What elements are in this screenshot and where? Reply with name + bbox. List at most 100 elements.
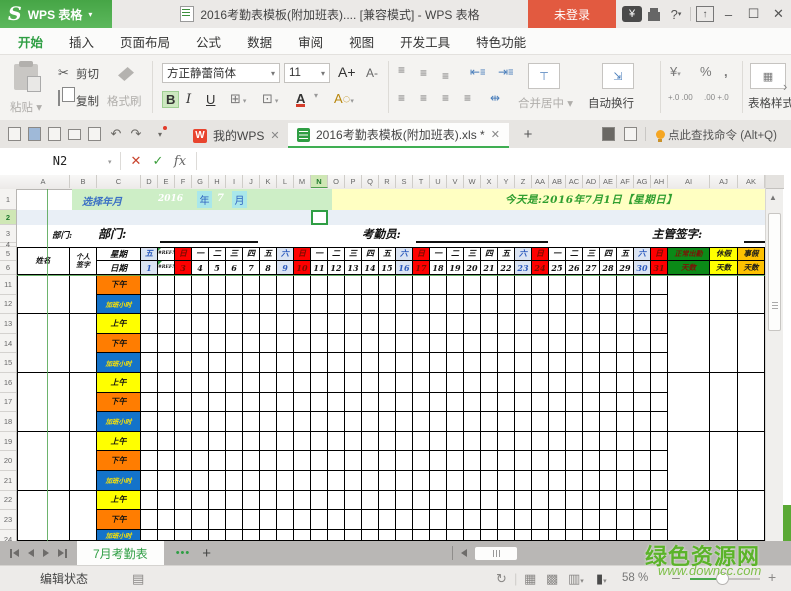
- body-cell[interactable]: [447, 529, 464, 541]
- column-header-N[interactable]: N: [311, 175, 328, 188]
- body-cell[interactable]: [430, 294, 447, 315]
- body-cell[interactable]: [328, 471, 345, 491]
- open-file-icon[interactable]: [6, 126, 22, 142]
- period-label-16[interactable]: 上午: [97, 373, 141, 393]
- body-cell[interactable]: [566, 392, 583, 413]
- weekday-cell-22[interactable]: 五: [498, 247, 515, 261]
- signature-block[interactable]: [70, 275, 97, 315]
- body-cell[interactable]: [158, 392, 175, 413]
- body-cell[interactable]: [362, 412, 379, 432]
- body-cell[interactable]: [532, 451, 549, 471]
- body-cell[interactable]: [532, 510, 549, 530]
- body-cell[interactable]: [226, 294, 243, 315]
- prev-sheet-icon[interactable]: [28, 549, 34, 557]
- tab-special-features[interactable]: 特色功能: [476, 32, 526, 51]
- body-cell[interactable]: [141, 431, 158, 452]
- body-cell[interactable]: [481, 451, 498, 471]
- font-name-select[interactable]: 方正静蕾简体 ▾: [162, 63, 280, 83]
- body-cell[interactable]: [481, 275, 498, 295]
- body-cell[interactable]: [345, 412, 362, 432]
- body-cell[interactable]: [566, 490, 583, 511]
- body-cell[interactable]: [345, 451, 362, 471]
- date-cell-29[interactable]: 29: [617, 261, 634, 275]
- body-cell[interactable]: [158, 471, 175, 491]
- body-cell[interactable]: [311, 490, 328, 511]
- body-cell[interactable]: [600, 333, 617, 354]
- body-cell[interactable]: [600, 412, 617, 432]
- body-cell[interactable]: [141, 353, 158, 373]
- date-cell-4[interactable]: 4: [192, 261, 209, 275]
- row-header-1[interactable]: 1: [0, 189, 16, 210]
- bold-button[interactable]: B: [162, 91, 180, 108]
- column-header-Q[interactable]: Q: [362, 175, 379, 188]
- body-cell[interactable]: [362, 431, 379, 452]
- body-cell[interactable]: [345, 373, 362, 393]
- body-cell[interactable]: [226, 412, 243, 432]
- zoom-slider[interactable]: [690, 572, 760, 585]
- body-cell[interactable]: [464, 314, 481, 334]
- customize-toolbar-icon[interactable]: ▾: [152, 126, 168, 142]
- body-cell[interactable]: [209, 471, 226, 491]
- body-cell[interactable]: [192, 353, 209, 373]
- body-cell[interactable]: [532, 294, 549, 315]
- font-color-button[interactable]: A: [296, 91, 305, 107]
- export-pdf-icon[interactable]: [46, 126, 62, 142]
- body-cell[interactable]: [277, 275, 294, 295]
- body-cell[interactable]: [379, 529, 396, 541]
- body-cell[interactable]: [328, 510, 345, 530]
- last-sheet-icon[interactable]: [58, 548, 67, 558]
- cut-button[interactable]: 剪切: [76, 66, 99, 82]
- body-cell[interactable]: [600, 314, 617, 334]
- chevron-down-icon[interactable]: ▾: [108, 158, 112, 166]
- body-cell[interactable]: [498, 333, 515, 354]
- body-cell[interactable]: [158, 412, 175, 432]
- body-cell[interactable]: [277, 314, 294, 334]
- body-cell[interactable]: [464, 275, 481, 295]
- body-cell[interactable]: [481, 471, 498, 491]
- undo-icon[interactable]: ↶: [108, 126, 124, 142]
- percent-format-button[interactable]: %: [700, 64, 712, 79]
- body-cell[interactable]: [294, 373, 311, 393]
- body-cell[interactable]: [430, 471, 447, 491]
- date-cell-10[interactable]: 10: [294, 261, 311, 275]
- body-cell[interactable]: [209, 373, 226, 393]
- year-value[interactable]: 2016: [158, 194, 183, 204]
- body-cell[interactable]: [362, 275, 379, 295]
- new-tab-button[interactable]: +: [520, 126, 536, 143]
- body-cell[interactable]: [362, 451, 379, 471]
- body-cell[interactable]: [549, 490, 566, 511]
- date-cell-7[interactable]: 7: [243, 261, 260, 275]
- body-cell[interactable]: [260, 412, 277, 432]
- body-cell[interactable]: [481, 314, 498, 334]
- body-cell[interactable]: [566, 333, 583, 354]
- body-cell[interactable]: [464, 294, 481, 315]
- date-cell-2[interactable]: #REF!: [158, 261, 175, 275]
- date-cell-17[interactable]: 17: [413, 261, 430, 275]
- body-cell[interactable]: [515, 471, 532, 491]
- body-cell[interactable]: [549, 275, 566, 295]
- body-cell[interactable]: [515, 333, 532, 354]
- period-label-21[interactable]: 加班小时: [97, 471, 141, 491]
- sheet-list-button[interactable]: •••: [176, 547, 191, 559]
- merge-center-button[interactable]: 合并居中 ▾: [518, 95, 573, 111]
- body-cell[interactable]: [600, 490, 617, 511]
- redo-icon[interactable]: ↷: [128, 126, 144, 142]
- body-cell[interactable]: [498, 510, 515, 530]
- body-cell[interactable]: [413, 314, 430, 334]
- body-cell[interactable]: [243, 451, 260, 471]
- body-cell[interactable]: [226, 275, 243, 295]
- body-cell[interactable]: [464, 333, 481, 354]
- date-cell-27[interactable]: 27: [583, 261, 600, 275]
- body-cell[interactable]: [566, 314, 583, 334]
- body-cell[interactable]: [515, 412, 532, 432]
- body-cell[interactable]: [243, 294, 260, 315]
- cancel-entry-button[interactable]: ✕: [126, 148, 146, 174]
- weekday-cell-24[interactable]: 日: [532, 247, 549, 261]
- body-cell[interactable]: [209, 275, 226, 295]
- body-cell[interactable]: [651, 510, 668, 530]
- body-cell[interactable]: [175, 510, 192, 530]
- column-header-AG[interactable]: AG: [634, 175, 651, 188]
- body-cell[interactable]: [277, 529, 294, 541]
- body-cell[interactable]: [464, 412, 481, 432]
- summary-block-1[interactable]: [668, 275, 710, 315]
